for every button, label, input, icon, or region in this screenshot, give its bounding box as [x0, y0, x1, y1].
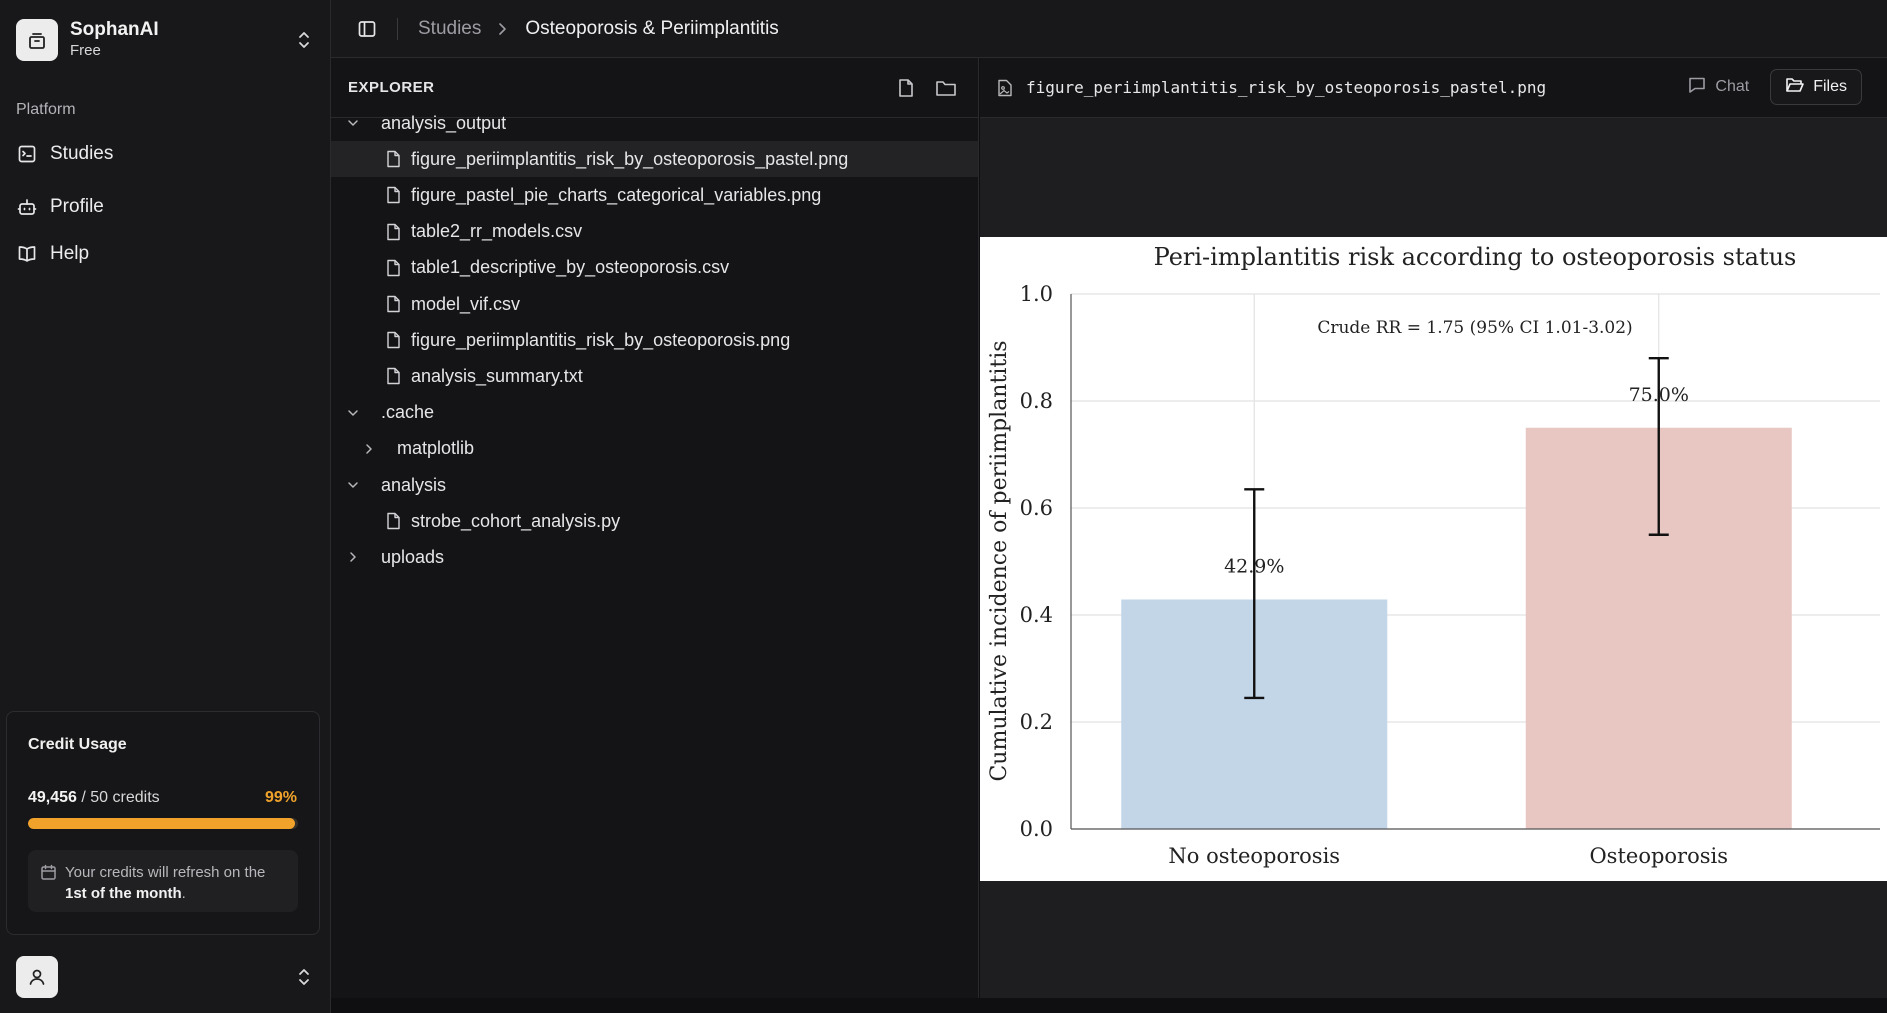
tree-item-label: analysis	[381, 474, 447, 495]
file-icon	[384, 294, 402, 314]
breadcrumb-current: Osteoporosis & Periimplantitis	[525, 17, 779, 39]
tree-file[interactable]: strobe_cohort_analysis.py	[331, 503, 978, 539]
chevron-right-icon	[497, 22, 511, 36]
file-icon	[384, 185, 402, 205]
file-preview: figure_periimplantitis_risk_by_osteoporo…	[980, 58, 1887, 998]
explorer-title: EXPLORER	[348, 79, 435, 96]
chart-figure: 42.9% 75.0% 0.0 0.2 0.4 0.6 0.8 1.0 No osteoporo…	[980, 237, 1887, 881]
tree-item-label: table2_rr_models.csv	[411, 221, 583, 242]
chat-icon	[1687, 75, 1707, 100]
tree-file[interactable]: figure_periimplantitis_risk_by_osteoporo…	[331, 322, 978, 358]
workspace-name: SophanAI	[70, 19, 159, 40]
x-tick-label: No osteoporosis	[1168, 844, 1340, 868]
sidebar-item-label: Help	[50, 243, 90, 264]
chevron-down-icon[interactable]	[345, 115, 361, 131]
workspace-switcher[interactable]: SophanAI Free	[16, 18, 316, 62]
sidebar-item-label: Profile	[50, 196, 104, 217]
tree-folder[interactable]: matplotlib	[331, 431, 978, 467]
y-tick-label: 0.0	[1020, 817, 1053, 841]
book-icon	[16, 243, 38, 265]
tab-label: Chat	[1715, 78, 1750, 95]
tree-folder[interactable]: uploads	[331, 539, 978, 575]
workspace-logo-icon	[16, 19, 58, 61]
bot-icon	[16, 196, 38, 218]
tree-file[interactable]: table1_descriptive_by_osteoporosis.csv	[331, 250, 978, 286]
tree-file[interactable]: model_vif.csv	[331, 286, 978, 322]
y-tick-label: 1.0	[1020, 282, 1053, 306]
credit-progress-bar	[28, 818, 298, 829]
credit-usage-amount: 49,456 / 50 credits	[28, 789, 160, 806]
y-tick-label: 0.8	[1020, 389, 1053, 413]
tree-file[interactable]: table2_rr_models.csv	[331, 214, 978, 250]
file-icon	[384, 330, 402, 350]
tab-files[interactable]: Files	[1770, 69, 1862, 105]
tree-item-label: figure_periimplantitis_risk_by_osteoporo…	[411, 329, 791, 350]
x-tick-label: Osteoporosis	[1589, 844, 1728, 868]
sidebar-item-profile[interactable]: Profile	[16, 189, 316, 225]
calendar-icon	[40, 864, 57, 886]
image-file-icon	[996, 78, 1014, 98]
chart-annotation: Crude RR = 1.75 (95% CI 1.01-3.02)	[1317, 318, 1632, 338]
tree-item-label: matplotlib	[397, 438, 475, 459]
chevrons-up-down-icon[interactable]	[292, 26, 316, 54]
tree-item-label: figure_pastel_pie_charts_categorical_var…	[411, 184, 822, 205]
tree-item-label: .cache	[381, 402, 435, 423]
credit-usage-percent: 99%	[264, 789, 297, 806]
top-bar: Studies Osteoporosis & Periimplantitis	[331, 0, 1887, 58]
bottom-strip	[331, 998, 1887, 1013]
credit-usage-card: Credit Usage 49,456 / 50 credits 99% You…	[6, 711, 320, 935]
file-icon	[384, 511, 402, 531]
bar-chart: 42.9%75.0%0.00.20.40.60.81.0No osteoporo…	[987, 243, 1880, 868]
new-folder-icon[interactable]	[934, 76, 958, 100]
tree-file[interactable]: analysis_summary.txt	[331, 358, 978, 394]
tree-folder[interactable]: analysis_output	[331, 105, 978, 141]
file-icon	[384, 366, 402, 386]
credit-progress-fill	[28, 818, 296, 829]
tree-item-label: table1_descriptive_by_osteoporosis.csv	[411, 257, 730, 278]
new-file-icon[interactable]	[894, 76, 918, 100]
tree-file[interactable]: figure_periimplantitis_risk_by_osteoporo…	[331, 141, 978, 178]
file-icon	[384, 149, 402, 169]
file-icon	[384, 222, 402, 242]
topbar-divider	[397, 17, 398, 40]
tree-item-label: analysis_summary.txt	[411, 365, 583, 386]
user-menu[interactable]	[16, 956, 316, 998]
credit-refresh-note: Your credits will refresh on the 1st of …	[28, 850, 298, 912]
sidebar-item-help[interactable]: Help	[16, 236, 316, 272]
chart-title: Peri-implantitis risk according to osteo…	[1154, 243, 1797, 271]
sidebar: SophanAI Free Platform Studies Profile H…	[0, 0, 331, 1013]
tree-item-label: figure_periimplantitis_risk_by_osteoporo…	[411, 148, 849, 169]
file-explorer: EXPLORER analysis_output figure_periimpla…	[331, 58, 979, 998]
chevron-down-icon[interactable]	[345, 405, 361, 421]
platform-section-label: Platform	[16, 101, 76, 118]
chevrons-up-down-icon[interactable]	[292, 963, 316, 991]
tab-label: Files	[1813, 78, 1847, 95]
studies-icon	[16, 143, 38, 165]
breadcrumb-studies[interactable]: Studies	[418, 18, 481, 40]
sidebar-item-studies[interactable]: Studies	[16, 136, 316, 172]
preview-filename: figure_periimplantitis_risk_by_osteoporo…	[1026, 78, 1547, 97]
tab-chat[interactable]: Chat	[1672, 69, 1764, 105]
y-tick-label: 0.6	[1020, 496, 1053, 520]
credit-usage-title: Credit Usage	[28, 736, 127, 753]
workspace-plan: Free	[70, 42, 101, 59]
y-axis-label: Cumulative incidence of periimplantitis	[987, 340, 1012, 781]
file-icon	[384, 258, 402, 278]
sidebar-toggle-icon[interactable]	[355, 17, 379, 41]
sidebar-item-label: Studies	[50, 143, 114, 164]
chevron-right-icon[interactable]	[345, 549, 361, 565]
tree-folder[interactable]: .cache	[331, 395, 978, 431]
tree-file[interactable]: figure_pastel_pie_charts_categorical_var…	[331, 177, 978, 213]
tree-item-label: model_vif.csv	[411, 293, 521, 314]
chevron-right-icon[interactable]	[361, 441, 377, 457]
folder-open-icon	[1785, 75, 1805, 100]
tree-item-label: strobe_cohort_analysis.py	[411, 510, 621, 531]
y-tick-label: 0.4	[1020, 603, 1053, 627]
y-tick-label: 0.2	[1020, 710, 1053, 734]
chevron-down-icon[interactable]	[345, 477, 361, 493]
tree-item-label: analysis_output	[381, 112, 507, 133]
user-avatar-icon	[16, 956, 58, 998]
tree-item-label: uploads	[381, 546, 445, 567]
tree-folder[interactable]: analysis	[331, 467, 978, 503]
